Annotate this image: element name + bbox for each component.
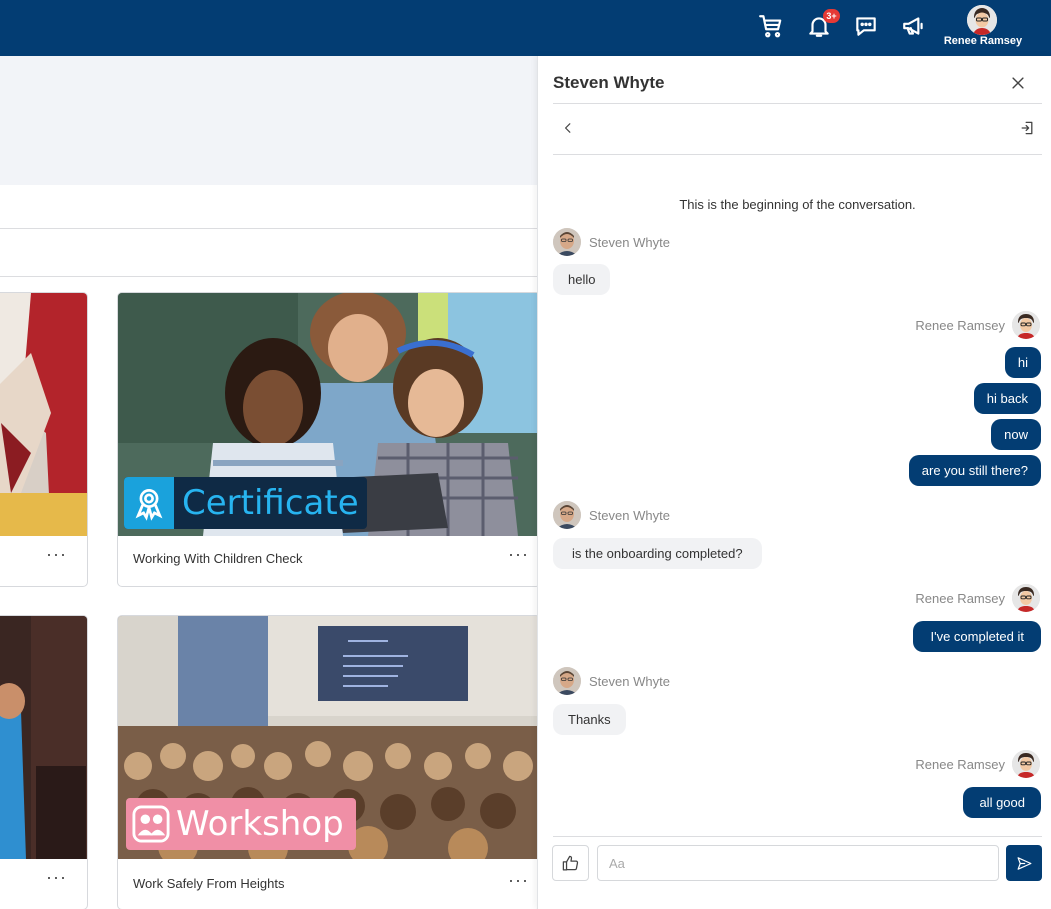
message-bubble-incoming: hello: [553, 264, 611, 295]
close-icon[interactable]: [1007, 72, 1029, 94]
thumbs-up-icon: [562, 855, 579, 870]
more-options-button[interactable]: ···: [46, 545, 67, 563]
message-bubble-incoming: Thanks: [553, 704, 626, 735]
hero-banner: [0, 56, 537, 185]
sender-name: Steven Whyte: [589, 674, 670, 689]
message-bubble-outgoing: I've completed it: [913, 621, 1041, 652]
course-image: [0, 293, 87, 536]
sender-name: Renee Ramsey: [915, 318, 1005, 333]
message-bubble-outgoing: now: [991, 419, 1041, 450]
divider: [0, 228, 537, 229]
user-avatar: [1012, 311, 1040, 339]
message-bubble-outgoing: are you still there?: [908, 455, 1041, 486]
divider: [553, 836, 1042, 837]
thumbs-up-button[interactable]: [552, 845, 589, 881]
user-avatar: [1012, 750, 1040, 778]
user-avatar[interactable]: [967, 5, 997, 35]
user-avatar: [1012, 584, 1040, 612]
leave-chat-icon[interactable]: [1015, 117, 1039, 139]
sender-name: Steven Whyte: [589, 235, 670, 250]
group-people-icon: [126, 798, 176, 850]
chevron-left-icon[interactable]: [558, 117, 578, 139]
user-name[interactable]: Renee Ramsey: [938, 35, 1028, 47]
participant-avatar: [553, 667, 581, 695]
course-card[interactable]: Workshop Work Safely From Heights ···: [117, 615, 541, 909]
message-bubble-outgoing: all good: [963, 787, 1041, 818]
more-options-button[interactable]: ···: [46, 868, 67, 886]
course-title[interactable]: Work Safely From Heights: [133, 876, 284, 891]
divider: [553, 154, 1042, 155]
chat-panel: Steven Whyte This is the beginning of th…: [537, 56, 1051, 909]
top-navigation-bar: 3+ Renee Ramsey: [0, 0, 1051, 56]
course-title[interactable]: Working With Children Check: [133, 551, 303, 566]
chat-title: Steven Whyte: [553, 73, 665, 92]
send-icon: [1017, 856, 1031, 870]
divider: [553, 103, 1042, 104]
message-bubble-incoming: is the onboarding completed?: [553, 538, 762, 569]
course-image: [0, 616, 87, 859]
more-options-button[interactable]: ···: [508, 545, 529, 563]
certificate-tag: Certificate: [124, 477, 367, 529]
notification-badge: 3+: [823, 9, 840, 23]
ribbon-badge-icon: [124, 477, 174, 529]
tag-label: Workshop: [176, 804, 344, 844]
participant-avatar: [553, 501, 581, 529]
sender-name: Renee Ramsey: [915, 757, 1005, 772]
course-card[interactable]: ···: [0, 615, 88, 909]
sender-name: Steven Whyte: [589, 508, 670, 523]
workshop-tag: Workshop: [126, 798, 356, 850]
course-card[interactable]: Certificate Working With Children Check …: [117, 292, 541, 587]
chat-bubble-icon[interactable]: [851, 10, 881, 42]
participant-avatar: [553, 228, 581, 256]
message-bubble-outgoing: hi back: [973, 383, 1041, 414]
sender-name: Renee Ramsey: [915, 591, 1005, 606]
message-input[interactable]: [597, 845, 999, 881]
conversation-start-text: This is the beginning of the conversatio…: [679, 197, 916, 212]
more-options-button[interactable]: ···: [508, 871, 529, 889]
course-card[interactable]: ···: [0, 292, 88, 587]
divider: [0, 276, 537, 277]
cart-icon[interactable]: [756, 10, 786, 42]
send-button[interactable]: [1006, 845, 1042, 881]
tag-label: Certificate: [182, 483, 359, 523]
megaphone-icon[interactable]: [899, 10, 929, 42]
message-bubble-outgoing: hi: [1004, 347, 1041, 378]
